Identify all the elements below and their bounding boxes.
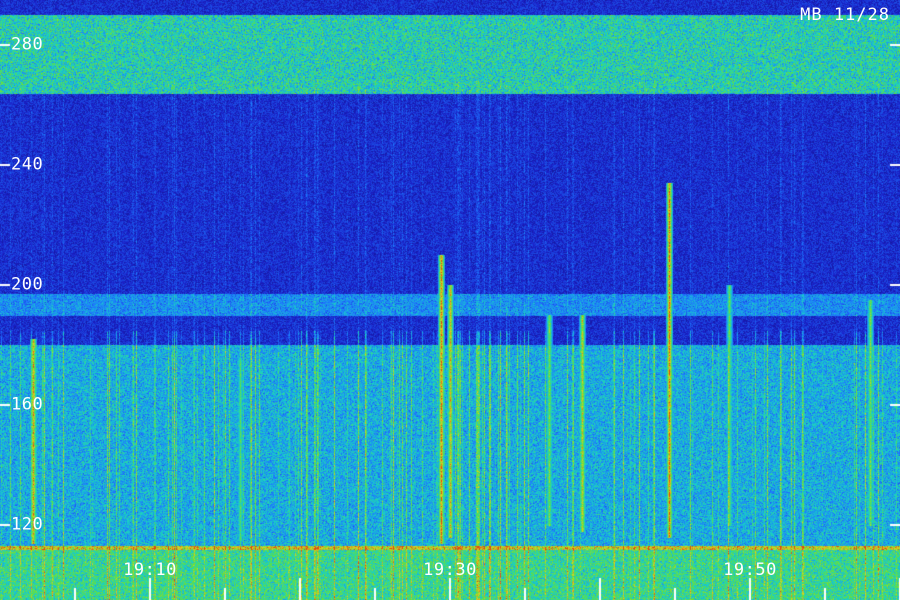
corner-label: MB 11/28 (800, 5, 890, 25)
x-tick-label: 19:10 (123, 560, 177, 580)
spectrogram-plot (0, 0, 900, 600)
y-tick-label: 200 (11, 274, 44, 295)
y-tick-label: 280 (11, 34, 44, 55)
x-tick-label: 19:50 (723, 560, 777, 580)
y-tick-label: 240 (11, 154, 44, 175)
y-tick-label: 120 (11, 514, 44, 535)
x-tick-label: 19:30 (423, 560, 477, 580)
y-tick-label: 160 (11, 394, 44, 415)
